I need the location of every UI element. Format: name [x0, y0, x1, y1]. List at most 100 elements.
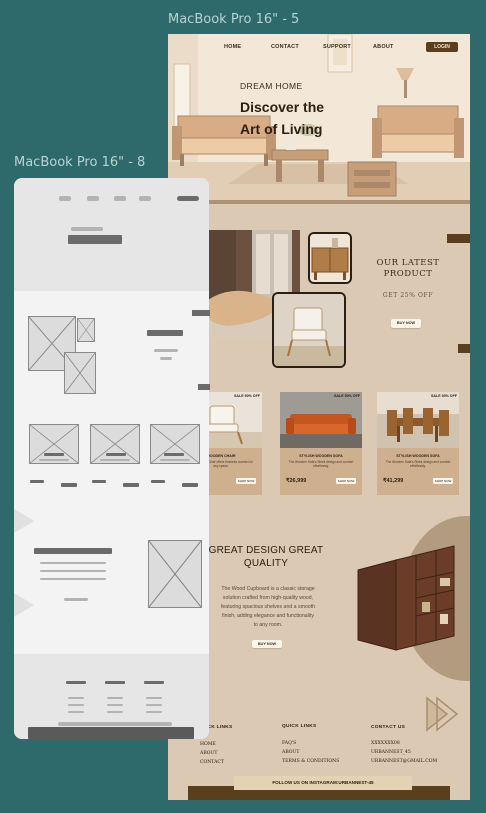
nav-about-link[interactable]: ABOUT: [373, 44, 394, 50]
great-design-title-line-1: GREAT DESIGN GREAT: [208, 545, 324, 556]
login-button[interactable]: LOGIN: [426, 42, 458, 52]
wf-footer-line: [68, 704, 84, 706]
footer-contact-phone: XXXXXXX08: [371, 741, 400, 746]
latest-product-discount: GET 25% OFF: [382, 292, 434, 299]
instagram-follow-link[interactable]: FOLLOW US ON INSTAGRAM:URBANNEST-45: [234, 776, 412, 790]
wf-footer-heading: [105, 681, 125, 684]
wf-card-price: [30, 480, 44, 483]
wf-footer-line: [146, 704, 162, 706]
wf-footer-line: [146, 697, 162, 699]
dining-set-illustration: [377, 392, 459, 448]
great-design-line-1: The Wood Cupboard is a classic storage: [221, 586, 315, 592]
wireframe-frame-title[interactable]: MacBook Pro 16" - 8: [14, 155, 145, 170]
great-design-line-2: solution crafted from high-quality wood,: [222, 595, 314, 601]
wf-footer-line: [68, 697, 84, 699]
sofa-product-illustration: [280, 392, 362, 448]
product-card-sofa[interactable]: SALE 50% OFF STYLISH WOODEN SOFA The Woo…: [280, 392, 362, 495]
hero-section: HOME CONTACT SUPPORT ABOUT LOGIN DREAM H…: [168, 34, 470, 204]
wf-decor-triangle: [14, 509, 34, 533]
wf-side-tab: [192, 310, 210, 316]
footer-contact-title: CONTACT US: [371, 725, 406, 730]
wf-footer-line: [107, 711, 123, 713]
wf-card-line: [106, 453, 126, 456]
great-design-description: The Wood Cupboard is a classic storage s…: [210, 585, 326, 630]
product-shop-now-button[interactable]: SHOP NOW: [236, 478, 256, 484]
wf-card-image: [29, 424, 79, 464]
footer-contact-handle[interactable]: URBANNEST_45: [371, 750, 411, 755]
accent-bar-right-mid: [458, 344, 470, 353]
latest-buy-now-button[interactable]: BUY NOW: [391, 319, 421, 328]
wf-hero-title: [68, 235, 122, 244]
product-name: STYLISH WOODEN SOFA: [299, 454, 343, 458]
wf-nav-item: [139, 196, 151, 201]
wf-card-image: [150, 424, 200, 464]
wf-nav-item: [59, 196, 71, 201]
footer-link-faqs[interactable]: FAQ'S: [282, 741, 296, 746]
wf-footer-line: [107, 697, 123, 699]
nav-support-link[interactable]: SUPPORT: [323, 44, 351, 50]
hero-kicker: DREAM HOME: [240, 81, 303, 91]
latest-title-line-2: PRODUCT: [383, 269, 433, 279]
product-shop-now-button[interactable]: SHOP NOW: [433, 478, 453, 484]
wf-side-tab: [198, 384, 210, 390]
desktop-frame-title[interactable]: MacBook Pro 16" - 5: [168, 12, 299, 27]
wf-hero-kicker: [71, 227, 103, 231]
wooden-cupboard-illustration: [357, 545, 455, 651]
nav-home-link[interactable]: HOME: [224, 44, 241, 50]
wf-footer-line: [68, 711, 84, 713]
hero-title-line-1: Discover the: [240, 99, 325, 115]
wireframe-frame[interactable]: [14, 178, 209, 739]
wf-instagram-bar: [58, 722, 172, 726]
wf-body-line: [40, 578, 106, 580]
wf-card-line: [100, 459, 130, 461]
product-price: ₹41,299: [383, 478, 404, 484]
cabinet-illustration: [310, 234, 350, 282]
great-design-buy-now-button[interactable]: BUY NOW: [252, 640, 282, 648]
product-name: STYLISH WOODEN SOFA: [396, 454, 440, 458]
footer-link-about[interactable]: ABOUT: [200, 751, 217, 756]
wf-footer-heading: [144, 681, 164, 684]
wf-login-button: [177, 196, 199, 201]
wf-image-placeholder: [64, 352, 96, 394]
footer-link-contact[interactable]: CONTACT: [200, 760, 224, 765]
product-description: The Wooden Sofa's Sleek design and comfo…: [385, 460, 451, 468]
great-design-line-4: finish, adding elegance and functionalit…: [222, 613, 314, 619]
wf-card-price: [151, 480, 165, 483]
top-navigation: HOME CONTACT SUPPORT ABOUT LOGIN: [168, 42, 470, 58]
wf-nav-item: [114, 196, 126, 201]
footer-quick-links-2-title: QUICK LINKS: [282, 724, 317, 729]
wf-card-price: [92, 480, 106, 483]
great-design-line-5: to any room.: [253, 622, 283, 628]
wf-latest-title: [147, 330, 183, 336]
latest-title-line-1: OUR LATEST: [376, 258, 440, 268]
product-shop-now-button[interactable]: SHOP NOW: [336, 478, 356, 484]
wf-body-line: [40, 562, 106, 564]
great-design-title-line-2: QUALITY: [243, 558, 289, 569]
desktop-design-frame[interactable]: HOME CONTACT SUPPORT ABOUT LOGIN DREAM H…: [168, 34, 470, 800]
wf-card-button: [61, 483, 77, 487]
wf-footer-line: [146, 711, 162, 713]
product-sale-badge: SALE 50% OFF: [334, 394, 360, 398]
wf-card-image: [90, 424, 140, 464]
wf-footer-heading: [66, 681, 86, 684]
wf-card-line: [39, 459, 69, 461]
wf-footer-line: [107, 704, 123, 706]
nav-contact-link[interactable]: CONTACT: [271, 44, 299, 50]
footer-contact-email[interactable]: URBANNEST@GMAIL.COM: [371, 759, 437, 764]
armchair-image: [272, 292, 346, 368]
product-description: The Wooden Sofa's Sleek design and comfo…: [288, 460, 354, 468]
footer-link-about-2[interactable]: ABOUT: [282, 750, 299, 755]
hero-bottom-shadow: [168, 200, 470, 204]
wf-card-line: [160, 459, 190, 461]
product-card-dining[interactable]: SALE 30% OFF STYLISH WOODEN SOFA The Woo…: [377, 392, 459, 495]
great-design-title: GREAT DESIGN GREAT QUALITY: [206, 544, 326, 570]
wf-latest-sub: [154, 349, 178, 352]
hero-title-line-2: Art of Living: [240, 121, 323, 137]
footer-link-home[interactable]: HOME: [200, 742, 216, 747]
footer-link-terms[interactable]: TERMS & CONDITIONS: [282, 759, 339, 764]
wf-card-line: [44, 453, 64, 456]
play-arrow-icon[interactable]: [425, 696, 461, 732]
cabinet-image: [308, 232, 352, 284]
armchair-illustration: [274, 294, 344, 366]
product-price: ₹26,999: [286, 478, 307, 484]
